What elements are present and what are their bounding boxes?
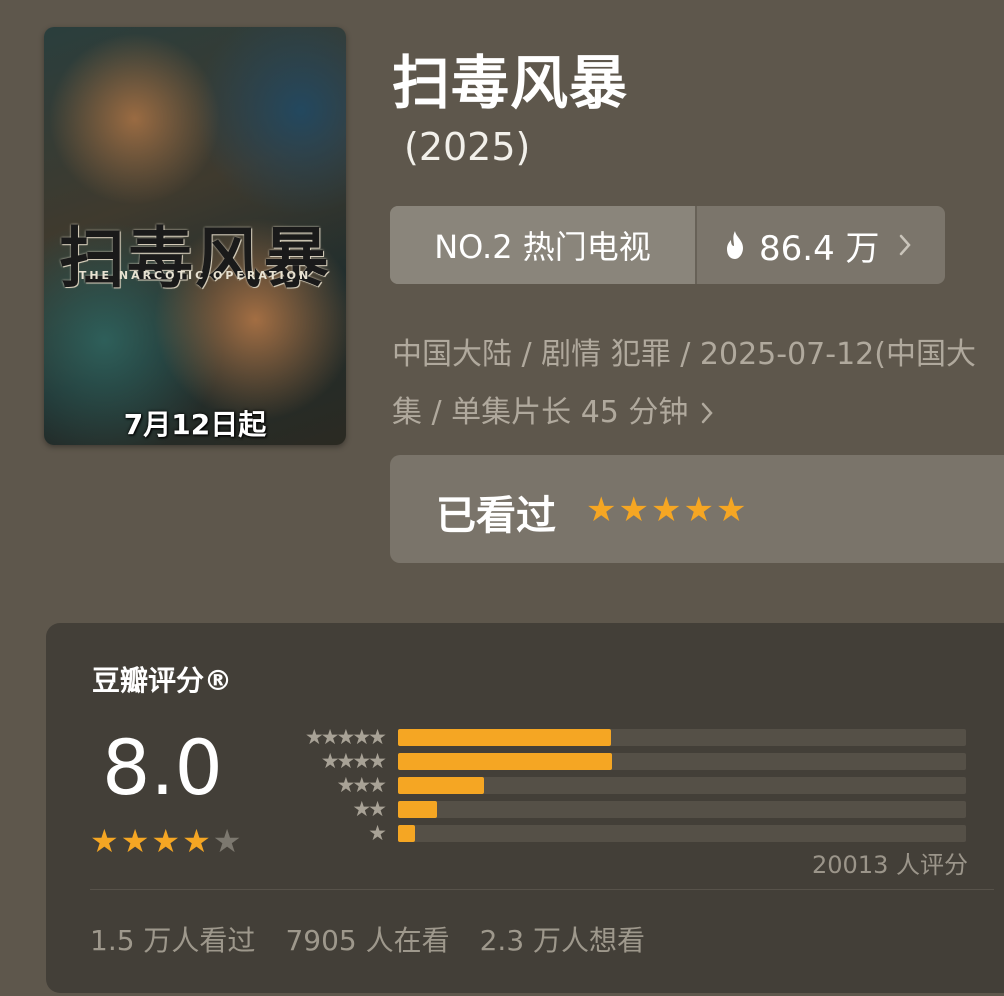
meta-line-2: 集 / 单集片长 45 分钟 [392, 395, 689, 430]
watched-status-button[interactable]: 已看过 ★ ★ ★ ★ ★ [390, 455, 1004, 563]
score-stars: ★ ★ ★ ★ ★ [90, 825, 241, 857]
dist-stars-label: ★★★★★ [304, 725, 387, 749]
dist-stars-label: ★★★ [336, 773, 387, 797]
chevron-right-icon [899, 234, 911, 256]
poster-subtitle-text: THE NARCOTIC OPERATION [78, 269, 312, 282]
page-title: 扫毒风暴 [392, 49, 629, 117]
rating-bar-fill [398, 728, 611, 746]
watched-label: 已看过 [436, 493, 556, 539]
star-icon: ★ [683, 490, 714, 530]
star-icon: ★ [90, 822, 119, 860]
fire-icon [727, 231, 743, 259]
vote-count: 20013 人评分 [812, 851, 968, 879]
rating-bar-track [398, 776, 966, 794]
chevron-right-icon [702, 402, 714, 424]
rank-badge[interactable]: NO.2 热门电视 86.4 万 [390, 206, 945, 284]
star-empty-icon: ★ [212, 822, 242, 860]
rating-bar-track [398, 800, 966, 818]
rating-bar-fill [398, 776, 485, 794]
dist-stars-label: ★ [368, 821, 387, 845]
rating-distribution-row: ★★ [280, 797, 966, 821]
meta-line-1: 中国大陆 / 剧情 犯罪 / 2025-07-12(中国大 [392, 337, 976, 372]
release-year: (2025) [404, 125, 531, 169]
heat-count[interactable]: 86.4 万 [697, 221, 945, 270]
star-icon: ★ [182, 822, 211, 860]
poster-title-text: 扫毒风暴 [59, 220, 331, 297]
heat-value: 86.4 万 [759, 228, 880, 269]
rating-bar-fill [398, 752, 613, 770]
rating-distribution-row: ★★★ [280, 773, 966, 797]
poster-image[interactable]: 扫毒风暴 THE NARCOTIC OPERATION 7月12日起 [44, 27, 346, 445]
stat-watched[interactable]: 1.5 万人看过 [90, 919, 255, 959]
rating-bar-track [398, 752, 966, 770]
rating-card[interactable]: 豆瓣评分® 8.0 ★ ★ ★ ★ ★ ★★★★★ ★★★★ ★★★ ★★ ★ … [46, 623, 1004, 993]
meta-info[interactable]: 中国大陆 / 剧情 犯罪 / 2025-07-12(中国大 集 / 单集片长 4… [392, 326, 976, 442]
star-icon: ★ [618, 490, 649, 530]
poster-release-badge: 7月12日起 [123, 408, 267, 441]
star-icon: ★ [650, 490, 682, 530]
stat-want[interactable]: 2.3 万人想看 [480, 919, 645, 959]
rating-bar-track [398, 728, 966, 746]
rating-title: 豆瓣评分® [92, 664, 233, 697]
rating-distribution-row: ★★★★ [280, 749, 966, 773]
star-icon: ★ [151, 822, 181, 860]
rank-label: NO.2 热门电视 [390, 206, 695, 284]
star-icon: ★ [715, 490, 747, 530]
rating-bar-fill [398, 824, 416, 842]
divider [90, 889, 994, 890]
user-rating-stars: ★ ★ ★ ★ ★ [586, 493, 746, 527]
rating-bar-track [398, 824, 966, 842]
dist-stars-label: ★★ [352, 797, 387, 821]
dist-stars-label: ★★★★ [320, 749, 387, 773]
rating-score: 8.0 [102, 723, 223, 812]
star-icon: ★ [120, 822, 150, 860]
watch-stats: 1.5 万人看过 7905 人在看 2.3 万人想看 [90, 919, 645, 959]
rating-distribution-row: ★★★★★ [280, 725, 966, 749]
stat-watching[interactable]: 7905 人在看 [285, 919, 449, 959]
rating-bar-fill [398, 800, 437, 818]
rating-distribution-row: ★ [280, 821, 966, 845]
star-icon: ★ [586, 490, 617, 530]
